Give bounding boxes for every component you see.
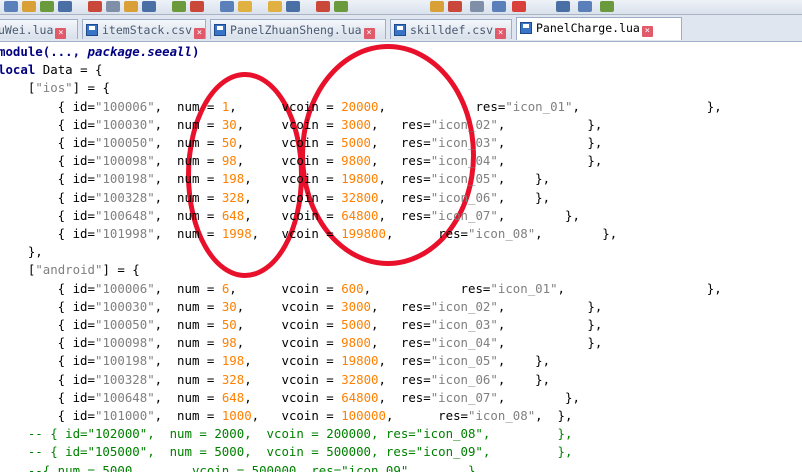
toolbar-button-icon[interactable] [124,1,138,12]
code-line-android-entry: { id="100098", num = 98, vcoin = 9800, r… [0,335,603,351]
code-line-ios-entry: { id="101998", num = 1998, vcoin = 19980… [0,226,618,241]
tab-label: PanelCharge.lua [536,21,640,35]
tab-panelcharge-lua[interactable]: PanelCharge.lua × [516,17,682,40]
toolbar-button-icon[interactable] [334,1,348,12]
toolbar-button-icon[interactable] [448,1,462,12]
code-line-android-entry: { id="100006", num = 6, vcoin = 600, res… [0,280,722,296]
code-line-android-entry: { id="100198", num = 198, vcoin = 19800,… [0,353,551,369]
code-line-ios-entry: { id="100198", num = 198, vcoin = 19800,… [0,171,551,187]
toolbar-button-icon[interactable] [4,1,18,12]
editor-toolbar [0,0,802,15]
code-line-comment: -- { id="102000", num = 2000, vcoin = 20… [0,426,573,442]
code-line-ios-open: ["ios"] = { [0,80,110,96]
code-line-comment: -- { id="105000", num = 5000, vcoin = 50… [0,444,573,460]
tab-itemstack-csv[interactable]: itemStack.csv × [82,19,206,39]
tab-panelzhuansheng-lua[interactable]: PanelZhuanSheng.lua × [210,19,386,39]
toolbar-button-icon[interactable] [512,1,526,12]
tab-uwei-lua[interactable]: uWei.lua × [0,19,78,39]
close-tab-icon[interactable]: × [194,28,206,39]
toolbar-button-icon[interactable] [172,1,186,12]
code-line-android-entry: { id="100328", num = 328, vcoin = 32800,… [0,371,551,387]
code-line-ios-entry: { id="100006", num = 1, vcoin = 20000, r… [0,98,722,114]
toolbar-button-icon[interactable] [238,1,252,12]
toolbar-button-icon[interactable] [492,1,506,12]
toolbar-button-icon[interactable] [430,1,444,12]
code-line-android-open: ["android"] = { [0,262,140,278]
tab-skilldef-csv[interactable]: skilldef.csv × [390,19,512,39]
tab-label: itemStack.csv [102,23,193,37]
code-line-android-entry: { id="100648", num = 648, vcoin = 64800,… [0,389,580,405]
toolbar-button-icon[interactable] [88,1,102,12]
toolbar-button-icon[interactable] [286,1,300,12]
close-tab-icon[interactable]: × [495,28,507,39]
code-line-module: module(..., package.seeall) [0,44,200,59]
toolbar-button-icon[interactable] [470,1,484,12]
tab-label: PanelZhuanSheng.lua [230,23,362,37]
toolbar-button-icon[interactable] [142,1,156,12]
toolbar-button-icon[interactable] [220,1,234,12]
toolbar-button-icon[interactable] [58,1,72,12]
toolbar-button-icon[interactable] [190,1,204,12]
code-line-ios-entry: { id="100050", num = 50, vcoin = 5000, r… [0,135,603,150]
code-line-android-entry: { id="101000", num = 1000, vcoin = 10000… [0,408,573,423]
close-tab-icon[interactable]: × [641,26,653,37]
code-line-ios-entry: { id="100098", num = 98, vcoin = 9800, r… [0,153,603,169]
code-line-ios-entry: { id="100030", num = 30, vcoin = 3000, r… [0,116,603,132]
toolbar-button-icon[interactable] [600,1,614,12]
code-line-comment: --{ num = 5000, vcoin = 500000, res="ico… [0,462,483,472]
close-tab-icon[interactable]: × [363,28,375,39]
save-disk-icon [520,22,532,34]
code-line-android-entry: { id="100050", num = 50, vcoin = 5000, r… [0,317,603,332]
code-editor[interactable]: module(..., package.seeall) local Data = … [0,42,802,472]
save-disk-icon [86,24,98,36]
toolbar-button-icon[interactable] [316,1,330,12]
save-disk-icon [214,24,226,36]
code-line-local-data: local Data = { [0,62,103,78]
code-line-android-entry: { id="100030", num = 30, vcoin = 3000, r… [0,298,603,314]
close-tab-icon[interactable]: × [55,28,67,39]
toolbar-button-icon[interactable] [268,1,282,12]
toolbar-button-icon[interactable] [22,1,36,12]
tab-label: skilldef.csv [410,23,494,37]
code-line-ios-close: }, [0,244,43,260]
toolbar-button-icon[interactable] [556,1,570,12]
toolbar-button-icon[interactable] [40,1,54,12]
tab-label: uWei.lua [0,23,54,37]
code-line-ios-entry: { id="100328", num = 328, vcoin = 32800,… [0,189,551,205]
code-line-ios-entry: { id="100648", num = 648, vcoin = 64800,… [0,207,580,223]
save-disk-icon [394,24,406,36]
toolbar-button-icon[interactable] [106,1,120,12]
file-tab-bar: uWei.lua × itemStack.csv × PanelZhuanSheng.l… [0,15,802,42]
toolbar-button-icon[interactable] [578,1,592,12]
